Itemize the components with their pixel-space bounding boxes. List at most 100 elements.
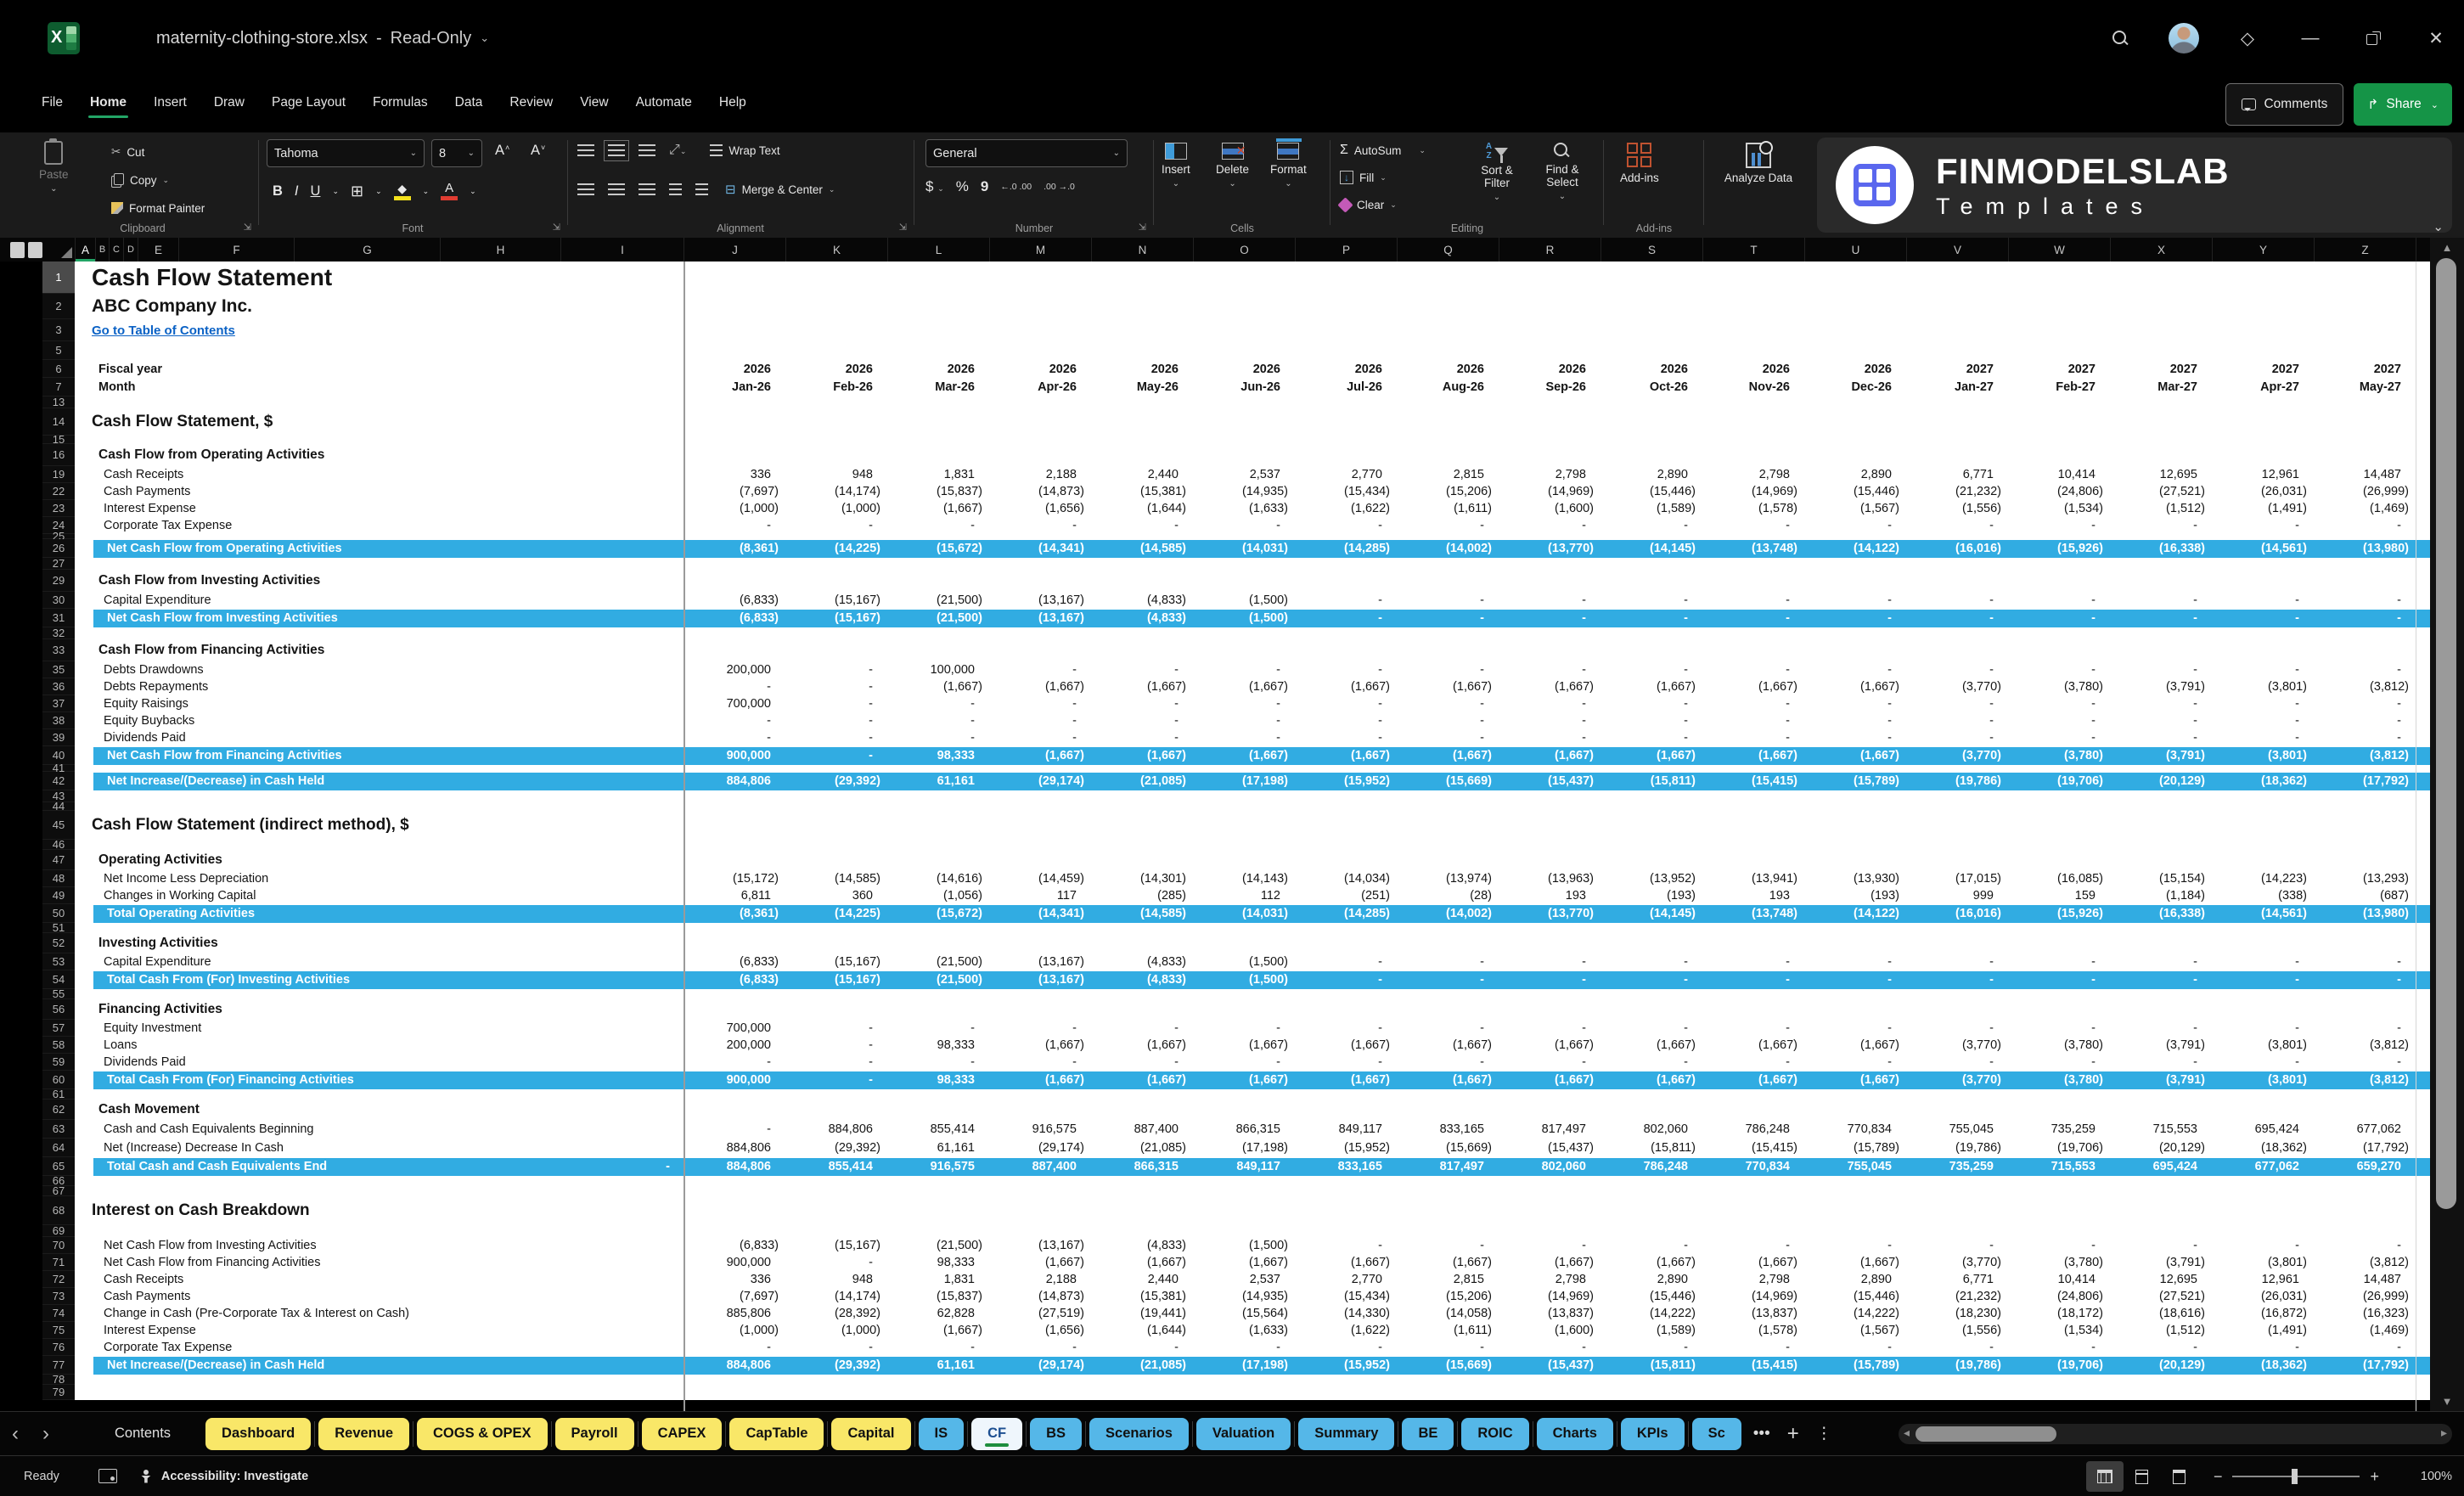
cell-x76[interactable]: -: [2110, 1341, 2212, 1354]
cell-r64[interactable]: (15,437): [1499, 1141, 1600, 1155]
cell-v58[interactable]: (3,770): [1906, 1038, 2008, 1052]
cell-n40[interactable]: (1,667): [1091, 749, 1193, 762]
cell-o26[interactable]: (14,031): [1193, 542, 1295, 555]
cell-n60[interactable]: (1,667): [1091, 1073, 1193, 1087]
outline-level-buttons[interactable]: [0, 238, 42, 262]
cell-y53[interactable]: -: [2212, 955, 2314, 969]
cell-z77[interactable]: (17,792): [2314, 1358, 2416, 1372]
cell-w39[interactable]: -: [2008, 731, 2110, 745]
cell-z71[interactable]: (3,812): [2314, 1256, 2416, 1269]
cell-k19[interactable]: 948: [785, 468, 887, 481]
cell-v35[interactable]: -: [1906, 663, 2008, 677]
cell-v39[interactable]: -: [1906, 731, 2008, 745]
cell-s58[interactable]: (1,667): [1600, 1038, 1702, 1052]
cell-j40[interactable]: 900,000: [684, 749, 785, 762]
cell-j19[interactable]: 336: [684, 468, 785, 481]
row-header-45[interactable]: 45: [42, 811, 75, 840]
cell-v60[interactable]: (3,770): [1906, 1073, 2008, 1087]
cell-r6[interactable]: 2026: [1499, 363, 1600, 376]
column-header-f[interactable]: F: [178, 238, 294, 262]
add-ins-button[interactable]: Add-ins: [1620, 136, 1659, 184]
sheet-tab-charts[interactable]: Charts: [1537, 1418, 1613, 1450]
cell-u6[interactable]: 2026: [1804, 363, 1906, 376]
menu-page-layout[interactable]: Page Layout: [261, 85, 357, 124]
row-header-15[interactable]: 15: [42, 436, 75, 444]
cell-p54[interactable]: -: [1295, 973, 1397, 987]
cell-x40[interactable]: (3,791): [2110, 749, 2212, 762]
cell-v72[interactable]: 6,771: [1906, 1273, 2008, 1286]
cell-l60[interactable]: 98,333: [887, 1073, 989, 1087]
comma-style-button[interactable]: 9: [981, 178, 988, 195]
cell-label-56[interactable]: Financing Activities: [75, 1002, 684, 1017]
row-header-42[interactable]: 42: [42, 772, 75, 790]
cell-o64[interactable]: (17,198): [1193, 1141, 1295, 1155]
row-header-49[interactable]: 49: [42, 887, 75, 904]
cell-label-31[interactable]: Net Cash Flow from Investing Activities: [75, 611, 684, 625]
accessibility-status[interactable]: Accessibility: Investigate: [161, 1470, 308, 1483]
cell-u24[interactable]: -: [1804, 519, 1906, 532]
cell-t59[interactable]: -: [1702, 1055, 1804, 1069]
cell-l77[interactable]: 61,161: [887, 1358, 989, 1372]
cell-k40[interactable]: -: [785, 749, 887, 762]
cell-l26[interactable]: (15,672): [887, 542, 989, 555]
cell-u59[interactable]: -: [1804, 1055, 1906, 1069]
cell-w73[interactable]: (24,806): [2008, 1290, 2110, 1303]
outline-level-2[interactable]: [28, 242, 42, 258]
cell-p40[interactable]: (1,667): [1295, 749, 1397, 762]
cell-z53[interactable]: -: [2314, 955, 2416, 969]
cell-label-68[interactable]: Interest on Cash Breakdown: [75, 1201, 684, 1220]
cell-k48[interactable]: (14,585): [785, 872, 887, 886]
cell-r37[interactable]: -: [1499, 697, 1600, 711]
cell-m75[interactable]: (1,656): [989, 1324, 1091, 1337]
cell-z76[interactable]: -: [2314, 1341, 2416, 1354]
cell-j6[interactable]: 2026: [684, 363, 785, 376]
cell-s72[interactable]: 2,890: [1600, 1273, 1702, 1286]
tabs-overflow-dots[interactable]: •••: [1745, 1425, 1779, 1443]
cell-p49[interactable]: (251): [1295, 889, 1397, 903]
menu-view[interactable]: View: [569, 85, 619, 124]
cell-v31[interactable]: -: [1906, 611, 2008, 625]
menu-insert[interactable]: Insert: [143, 85, 198, 124]
cell-l38[interactable]: -: [887, 714, 989, 728]
cell-q7[interactable]: Aug-26: [1397, 380, 1499, 394]
alignment-dialog-launcher[interactable]: ⇲: [899, 222, 907, 233]
cell-t58[interactable]: (1,667): [1702, 1038, 1804, 1052]
cell-s24[interactable]: -: [1600, 519, 1702, 532]
cell-o48[interactable]: (14,143): [1193, 872, 1295, 886]
cell-k6[interactable]: 2026: [785, 363, 887, 376]
cell-u31[interactable]: -: [1804, 611, 1906, 625]
zoom-out-button[interactable]: −: [2214, 1468, 2223, 1486]
cell-n26[interactable]: (14,585): [1091, 542, 1193, 555]
cell-t63[interactable]: 786,248: [1702, 1122, 1804, 1136]
row-header-33[interactable]: 33: [42, 639, 75, 661]
cell-n76[interactable]: -: [1091, 1341, 1193, 1354]
cell-w72[interactable]: 10,414: [2008, 1273, 2110, 1286]
autosum-button[interactable]: ΣAutoSum⌄: [1340, 139, 1426, 161]
cell-u73[interactable]: (15,446): [1804, 1290, 1906, 1303]
cut-button[interactable]: ✂Cut: [111, 141, 205, 163]
cell-label-62[interactable]: Cash Movement: [75, 1102, 684, 1117]
cell-r53[interactable]: -: [1499, 955, 1600, 969]
cell-k53[interactable]: (15,167): [785, 955, 887, 969]
cell-l40[interactable]: 98,333: [887, 749, 989, 762]
cell-v77[interactable]: (19,786): [1906, 1358, 2008, 1372]
row-header-52[interactable]: 52: [42, 933, 75, 953]
cell-l53[interactable]: (21,500): [887, 955, 989, 969]
cell-r54[interactable]: -: [1499, 973, 1600, 987]
bold-button[interactable]: B: [267, 182, 289, 201]
align-center-button[interactable]: [608, 183, 625, 196]
cell-y54[interactable]: -: [2212, 973, 2314, 987]
cell-v71[interactable]: (3,770): [1906, 1256, 2008, 1269]
cell-w57[interactable]: -: [2008, 1021, 2110, 1035]
cell-n48[interactable]: (14,301): [1091, 872, 1193, 886]
sheet-tab-dashboard[interactable]: Dashboard: [205, 1418, 311, 1450]
cell-w31[interactable]: -: [2008, 611, 2110, 625]
cell-r60[interactable]: (1,667): [1499, 1073, 1600, 1087]
cell-w24[interactable]: -: [2008, 519, 2110, 532]
cell-u60[interactable]: (1,667): [1804, 1073, 1906, 1087]
cell-v19[interactable]: 6,771: [1906, 468, 2008, 481]
cell-l74[interactable]: 62,828: [887, 1307, 989, 1320]
cell-w64[interactable]: (19,706): [2008, 1141, 2110, 1155]
row-header-3[interactable]: 3: [42, 319, 75, 341]
cell-x65[interactable]: 695,424: [2110, 1160, 2212, 1173]
